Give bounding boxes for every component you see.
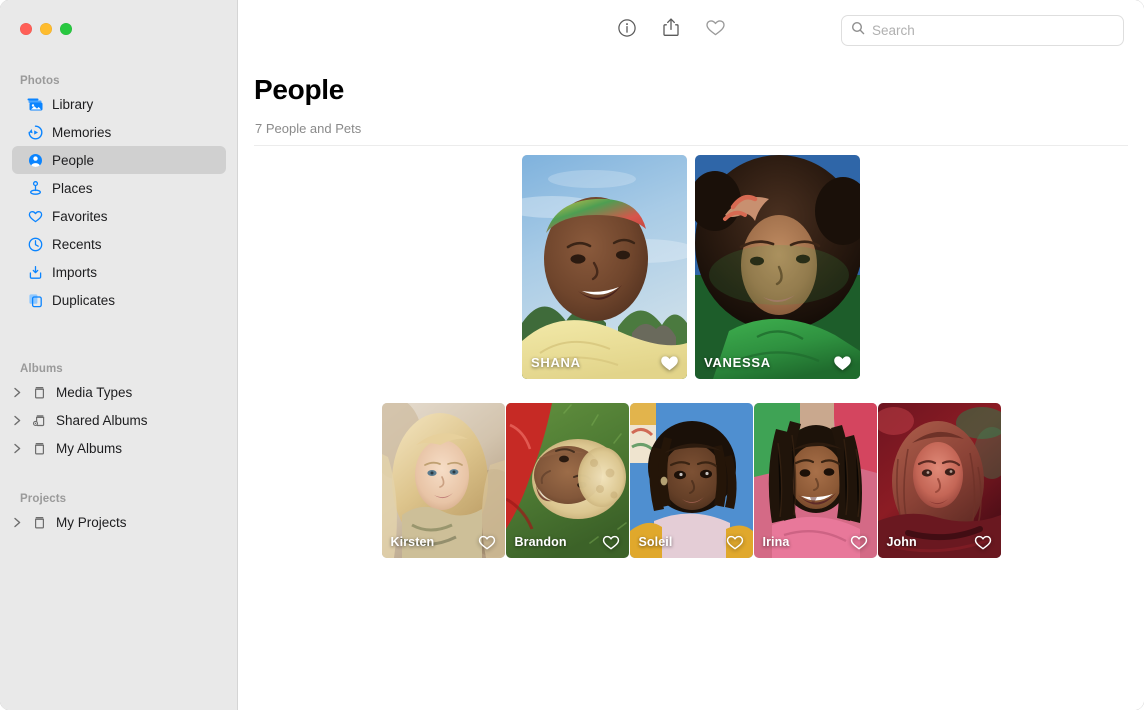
toolbar (238, 0, 1144, 60)
favorite-heart-icon[interactable] (973, 532, 993, 552)
toolbar-buttons (616, 18, 726, 42)
page-subtitle: 7 People and Pets (255, 121, 361, 136)
person-name: Brandon (515, 535, 567, 549)
favorite-heart-icon[interactable] (659, 353, 679, 373)
shana-portrait (522, 155, 687, 379)
favorite-button[interactable] (704, 18, 726, 42)
sidebar-item-my-projects[interactable]: My Projects (12, 508, 226, 536)
window-controls (20, 23, 72, 35)
chevron-right-icon[interactable] (12, 387, 23, 398)
sidebar-section-photos: Photos Library (0, 72, 238, 314)
person-tile[interactable]: Soleil (630, 403, 753, 558)
person-tile[interactable]: Irina (754, 403, 877, 558)
chevron-right-icon[interactable] (12, 517, 23, 528)
import-icon (26, 263, 44, 281)
album-icon (30, 383, 48, 401)
sidebar-section-title: Albums (0, 360, 238, 378)
sidebar-item-places[interactable]: Places (12, 174, 226, 202)
favorite-heart-icon[interactable] (601, 532, 621, 552)
search-input[interactable] (872, 23, 1112, 38)
sidebar-item-label: Media Types (56, 385, 132, 400)
share-button[interactable] (660, 18, 682, 42)
clock-icon (26, 235, 44, 253)
header-divider (254, 145, 1128, 146)
shared-album-icon (30, 411, 48, 429)
sidebar-item-label: My Projects (56, 515, 127, 530)
places-pin-icon (26, 179, 44, 197)
sidebar-item-label: Imports (52, 265, 97, 280)
person-name: VANESSA (704, 355, 771, 370)
sidebar-item-label: Favorites (52, 209, 108, 224)
sidebar-item-my-albums[interactable]: My Albums (12, 434, 226, 462)
favorite-heart-icon[interactable] (477, 532, 497, 552)
person-tile[interactable]: VANESSA (695, 155, 860, 379)
sidebar-item-label: Places (52, 181, 93, 196)
chevron-right-icon[interactable] (12, 443, 23, 454)
sidebar-item-label: My Albums (56, 441, 122, 456)
person-name: John (887, 535, 917, 549)
search-field[interactable] (841, 15, 1124, 46)
sidebar-section-title: Photos (0, 72, 238, 90)
share-icon (661, 17, 681, 43)
sidebar-item-shared-albums[interactable]: Shared Albums (12, 406, 226, 434)
sidebar-item-people[interactable]: People (12, 146, 226, 174)
library-icon (26, 95, 44, 113)
person-name: SHANA (531, 355, 581, 370)
search-icon (851, 21, 865, 40)
person-tile[interactable]: Brandon (506, 403, 629, 558)
sidebar: Photos Library (0, 0, 238, 710)
duplicates-icon (26, 291, 44, 309)
page-title: People (254, 74, 344, 106)
person-tile[interactable]: SHANA (522, 155, 687, 379)
person-name: Irina (763, 535, 790, 549)
info-icon (617, 18, 637, 43)
featured-people-grid: SHANA (238, 155, 1144, 379)
sidebar-item-label: Shared Albums (56, 413, 148, 428)
sidebar-section-projects: Projects My Projects (0, 490, 238, 536)
info-button[interactable] (616, 18, 638, 42)
sidebar-item-label: People (52, 153, 94, 168)
person-tile[interactable]: John (878, 403, 1001, 558)
person-name: Soleil (639, 535, 673, 549)
sidebar-section-title: Projects (0, 490, 238, 508)
people-icon (26, 151, 44, 169)
sidebar-section-albums: Albums Media Types (0, 360, 238, 462)
sidebar-item-memories[interactable]: Memories (12, 118, 226, 146)
sidebar-item-label: Recents (52, 237, 102, 252)
sidebar-item-duplicates[interactable]: Duplicates (12, 286, 226, 314)
sidebar-item-media-types[interactable]: Media Types (12, 378, 226, 406)
heart-icon (705, 18, 726, 43)
album-icon (30, 513, 48, 531)
favorite-heart-icon[interactable] (725, 532, 745, 552)
sidebar-item-recents[interactable]: Recents (12, 230, 226, 258)
sidebar-item-favorites[interactable]: Favorites (12, 202, 226, 230)
zoom-button[interactable] (60, 23, 72, 35)
content-area: People 7 People and Pets (238, 60, 1144, 710)
person-tile[interactable]: Kirsten (382, 403, 505, 558)
people-grid: Kirsten (238, 403, 1144, 558)
sidebar-item-label: Library (52, 97, 93, 112)
heart-icon (26, 207, 44, 225)
sidebar-item-label: Duplicates (52, 293, 115, 308)
minimize-button[interactable] (40, 23, 52, 35)
album-icon (30, 439, 48, 457)
sidebar-item-imports[interactable]: Imports (12, 258, 226, 286)
favorite-heart-icon[interactable] (832, 353, 852, 373)
chevron-right-icon[interactable] (12, 415, 23, 426)
person-name: Kirsten (391, 535, 435, 549)
sidebar-item-label: Memories (52, 125, 111, 140)
photos-window: Photos Library (0, 0, 1144, 710)
memories-icon (26, 123, 44, 141)
vanessa-portrait (695, 155, 860, 379)
favorite-heart-icon[interactable] (849, 532, 869, 552)
sidebar-item-library[interactable]: Library (12, 90, 226, 118)
close-button[interactable] (20, 23, 32, 35)
